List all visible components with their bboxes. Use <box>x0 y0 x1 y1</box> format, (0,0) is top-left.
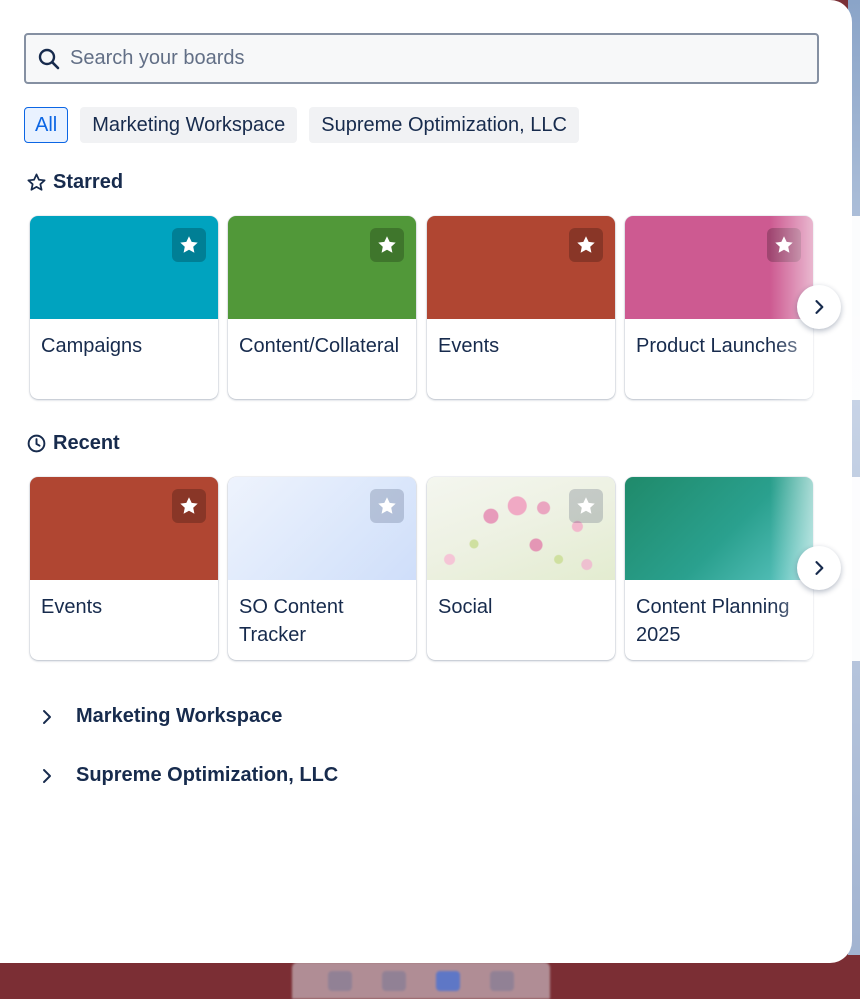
dock-app-icon[interactable] <box>382 970 406 991</box>
dock-app-icon[interactable] <box>436 970 460 991</box>
recent-heading: Recent <box>26 432 120 455</box>
board-name: Campaigns <box>41 335 143 357</box>
star-toggle-button[interactable] <box>172 489 206 523</box>
star-filled-icon <box>577 236 595 253</box>
board-name: Events <box>438 335 500 357</box>
board-card-events[interactable]: Events <box>427 216 615 399</box>
search-input[interactable] <box>70 35 810 82</box>
star-outline-icon <box>27 173 46 191</box>
chevron-right-icon <box>815 561 824 575</box>
star-filled-icon <box>180 497 198 514</box>
board-card-product-launches[interactable]: Product Launches <box>625 216 813 399</box>
search-icon <box>38 48 60 70</box>
chevron-right-icon <box>43 768 51 783</box>
search-box <box>24 33 819 84</box>
board-name: Content Planning 2025 <box>636 596 790 646</box>
filter-chip-supreme-optimization[interactable]: Supreme Optimization, LLC <box>309 107 579 143</box>
boards-popover: All Marketing Workspace Supreme Optimiza… <box>0 0 860 963</box>
workspace-row-supreme-optimization[interactable]: Supreme Optimization, LLC <box>38 764 338 787</box>
board-cover <box>625 477 813 580</box>
star-toggle-button[interactable] <box>569 228 603 262</box>
board-card-events[interactable]: Events <box>30 477 218 660</box>
workspace-name: Marketing Workspace <box>76 705 283 727</box>
board-card-content-collateral[interactable]: Content/Collateral <box>228 216 416 399</box>
taskbar-dock <box>292 962 550 999</box>
star-filled-icon <box>378 497 396 514</box>
filter-chips: All Marketing Workspace Supreme Optimiza… <box>24 107 579 143</box>
star-filled-icon <box>577 497 595 514</box>
starred-heading: Starred <box>26 171 123 194</box>
workspace-row-marketing[interactable]: Marketing Workspace <box>38 705 282 728</box>
board-card-so-content-tracker[interactable]: SO Content Tracker <box>228 477 416 660</box>
clock-icon <box>27 434 46 453</box>
starred-boards-row: Campaigns Content/Collateral Events Prod… <box>30 216 860 400</box>
board-name: Events <box>41 596 103 618</box>
star-filled-icon <box>775 236 793 253</box>
star-toggle-button[interactable] <box>370 228 404 262</box>
board-card-social[interactable]: Social <box>427 477 615 660</box>
dock-app-icon[interactable] <box>328 970 352 991</box>
board-card-campaigns[interactable]: Campaigns <box>30 216 218 399</box>
board-card-content-planning-2025[interactable]: Content Planning 2025 <box>625 477 813 660</box>
chevron-right-icon <box>815 300 824 314</box>
star-filled-icon <box>180 236 198 253</box>
recent-next-button[interactable] <box>797 546 841 590</box>
board-name: Content/Collateral <box>239 335 400 357</box>
workspace-name: Supreme Optimization, LLC <box>76 764 339 786</box>
star-filled-icon <box>378 236 396 253</box>
board-name: Product Launches <box>636 335 798 357</box>
chevron-right-icon <box>43 709 51 724</box>
board-name: SO Content Tracker <box>239 596 344 646</box>
starred-title: Starred <box>53 171 124 193</box>
filter-chip-all[interactable]: All <box>24 107 69 143</box>
star-toggle-button[interactable] <box>569 489 603 523</box>
filter-chip-marketing-workspace[interactable]: Marketing Workspace <box>80 107 298 143</box>
board-name: Social <box>438 596 493 618</box>
star-toggle-button[interactable] <box>370 489 404 523</box>
star-toggle-button[interactable] <box>767 228 801 262</box>
star-toggle-button[interactable] <box>172 228 206 262</box>
starred-next-button[interactable] <box>797 285 841 329</box>
recent-title: Recent <box>53 432 120 454</box>
recent-boards-row: Events SO Content Tracker Social Content… <box>30 477 860 661</box>
dock-app-icon[interactable] <box>490 970 514 991</box>
